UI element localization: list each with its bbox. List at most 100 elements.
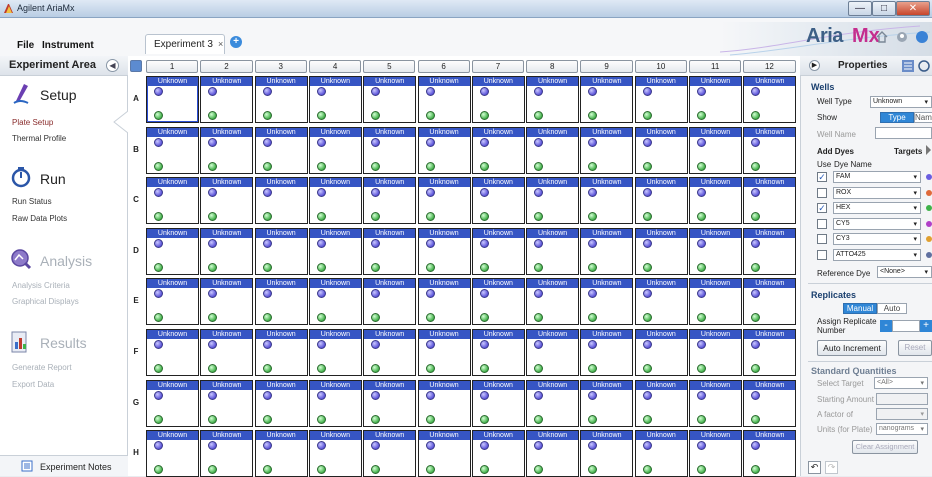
well-E11[interactable]: Unknown [689,278,742,326]
replicates-auto-toggle[interactable]: Auto [877,303,907,314]
well-H12[interactable]: Unknown [743,430,797,477]
well-B1[interactable]: Unknown [146,126,199,174]
well-G5[interactable]: Unknown [363,379,417,427]
undo-icon[interactable]: ↶ [808,461,821,474]
row-header-A[interactable]: A [128,94,144,103]
units-select[interactable]: nanograms ▾ [876,423,928,435]
reset-replicates-button[interactable]: Reset [898,340,932,356]
well-E7[interactable]: Unknown [471,278,525,326]
sidebar-item-analysis-criteria[interactable]: Analysis Criteria [12,281,70,290]
well-D2[interactable]: Unknown [200,227,254,275]
maximize-button[interactable]: □ [872,1,896,16]
factor-select[interactable]: ▾ [876,408,928,420]
dye-select-fam[interactable]: FAM ▾ [833,171,921,183]
replicate-decrement-button[interactable]: - [880,320,892,332]
well-name-input[interactable] [875,127,932,139]
select-target-select[interactable]: <All> ▾ [874,377,928,389]
well-D1[interactable]: Unknown [146,227,199,275]
well-E1[interactable]: Unknown [146,278,199,326]
well-C9[interactable]: Unknown [580,177,634,225]
well-A10[interactable]: Unknown [634,76,688,123]
sidebar-item-raw-data-plots[interactable]: Raw Data Plots [12,214,67,223]
select-all-wells-button[interactable] [130,60,142,72]
well-C12[interactable]: Unknown [743,177,797,225]
well-G9[interactable]: Unknown [580,379,634,427]
well-B2[interactable]: Unknown [200,126,254,174]
column-header-4[interactable]: 4 [308,60,362,73]
well-A8[interactable]: Unknown [526,76,580,123]
well-H11[interactable]: Unknown [689,430,742,477]
well-D3[interactable]: Unknown [254,227,308,275]
column-header-2[interactable]: 2 [200,60,253,73]
section-setup-title[interactable]: Setup [40,87,77,103]
targets-label[interactable]: Targets [894,147,922,156]
dye-select-hex[interactable]: HEX ▾ [833,202,921,214]
well-G3[interactable]: Unknown [254,379,308,427]
well-C1[interactable]: Unknown [146,177,199,225]
well-C5[interactable]: Unknown [363,177,417,225]
sidebar-item-run-status[interactable]: Run Status [12,197,52,206]
row-header-G[interactable]: G [128,398,144,407]
well-H9[interactable]: Unknown [580,430,634,477]
well-G11[interactable]: Unknown [689,379,742,427]
dye-checkbox-atto425[interactable] [817,249,827,260]
menu-file[interactable]: File [17,40,34,51]
well-F4[interactable]: Unknown [308,329,362,376]
menu-instrument[interactable]: Instrument [42,40,94,51]
well-B6[interactable]: Unknown [417,126,471,174]
tab-close-icon[interactable]: × [218,39,223,49]
well-B11[interactable]: Unknown [689,126,742,174]
well-B8[interactable]: Unknown [526,126,580,174]
reference-dye-select[interactable]: <None> ▾ [877,266,932,278]
well-E2[interactable]: Unknown [200,278,254,326]
dye-checkbox-fam[interactable]: ✓ [817,172,827,182]
well-C2[interactable]: Unknown [200,177,254,225]
column-header-10[interactable]: 10 [634,60,687,73]
well-C11[interactable]: Unknown [689,177,742,225]
column-header-9[interactable]: 9 [580,60,633,73]
dye-select-rox[interactable]: ROX ▾ [833,186,921,199]
tab-experiment[interactable]: Experiment 3 × [145,34,225,54]
sidebar-item-thermal-profile[interactable]: Thermal Profile [12,134,66,143]
dye-checkbox-hex[interactable]: ✓ [817,203,827,213]
well-D4[interactable]: Unknown [308,227,362,275]
well-A1[interactable]: Unknown [146,76,199,123]
well-F8[interactable]: Unknown [526,329,580,376]
well-A11[interactable]: Unknown [689,76,742,123]
well-A2[interactable]: Unknown [200,76,254,123]
well-G12[interactable]: Unknown [743,379,797,427]
well-D7[interactable]: Unknown [471,227,525,275]
well-E10[interactable]: Unknown [634,278,688,326]
well-D11[interactable]: Unknown [689,227,742,275]
dye-checkbox-cy3[interactable] [817,234,827,244]
well-H3[interactable]: Unknown [254,430,308,477]
row-header-D[interactable]: D [128,246,144,255]
well-A4[interactable]: Unknown [308,76,362,123]
well-C7[interactable]: Unknown [471,177,525,225]
column-header-11[interactable]: 11 [689,60,742,73]
dye-select-cy5[interactable]: CY5 ▾ [833,217,921,230]
well-G1[interactable]: Unknown [146,379,199,427]
section-results-title[interactable]: Results [40,335,87,351]
well-H10[interactable]: Unknown [634,430,688,477]
well-D12[interactable]: Unknown [743,227,797,275]
close-window-button[interactable]: ✕ [896,1,930,16]
well-A5[interactable]: Unknown [363,76,417,123]
well-F2[interactable]: Unknown [200,329,254,376]
well-A3[interactable]: Unknown [254,76,308,123]
row-header-E[interactable]: E [128,296,144,305]
starting-amount-input[interactable] [876,393,928,405]
well-C4[interactable]: Unknown [308,177,362,225]
well-A6[interactable]: Unknown [417,76,471,123]
column-header-1[interactable]: 1 [146,60,199,73]
well-E3[interactable]: Unknown [254,278,308,326]
column-header-5[interactable]: 5 [363,60,416,73]
well-F6[interactable]: Unknown [417,329,471,376]
minimize-button[interactable]: — [848,1,872,16]
column-header-8[interactable]: 8 [526,60,579,73]
well-H2[interactable]: Unknown [200,430,254,477]
well-B4[interactable]: Unknown [308,126,362,174]
well-F5[interactable]: Unknown [363,329,417,376]
dye-checkbox-rox[interactable] [817,187,827,198]
column-header-3[interactable]: 3 [254,60,307,73]
